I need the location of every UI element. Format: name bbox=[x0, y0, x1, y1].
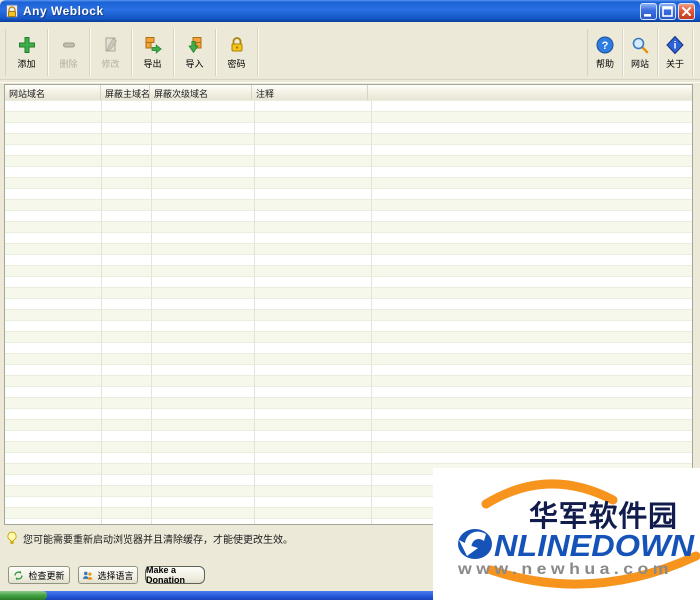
maximize-button[interactable] bbox=[659, 3, 676, 20]
edit-label: 修改 bbox=[101, 57, 119, 70]
toolbar-right: ? 帮助 网站 i 关于 bbox=[587, 29, 693, 76]
app-icon bbox=[5, 4, 19, 18]
add-icon bbox=[17, 35, 37, 55]
language-icon bbox=[82, 570, 93, 581]
check-update-button[interactable]: 检查更新 bbox=[8, 566, 70, 584]
watermark-logo: 华军软件园 NLINEDOWN www.newhua.com bbox=[433, 468, 700, 600]
check-update-label: 检查更新 bbox=[28, 569, 64, 582]
onlinedown-logo: 华军软件园 NLINEDOWN www.newhua.com bbox=[433, 468, 700, 600]
toolbar-left: 添加 删除 修改 导出 bbox=[5, 29, 258, 76]
about-label: 关于 bbox=[666, 57, 684, 70]
import-label: 导入 bbox=[185, 57, 203, 70]
svg-text:?: ? bbox=[602, 40, 609, 52]
donate-label: Make a Donation bbox=[146, 565, 204, 585]
website-icon bbox=[630, 35, 650, 55]
about-icon: i bbox=[665, 35, 685, 55]
lightbulb-icon bbox=[6, 531, 18, 546]
minimize-icon bbox=[641, 4, 656, 19]
column-header-filler bbox=[368, 85, 692, 100]
donate-button[interactable]: Make a Donation bbox=[145, 566, 205, 584]
password-label: 密码 bbox=[227, 57, 245, 70]
minimize-button[interactable] bbox=[640, 3, 657, 20]
status-bar: 您可能需要重新启动浏览器并且清除缓存，才能使更改生效。 bbox=[6, 529, 293, 547]
start-button-fragment[interactable] bbox=[0, 591, 47, 600]
blocklist-table: 网站域名 屏蔽主域名 屏蔽次级域名 注释 bbox=[4, 84, 693, 525]
column-header-block-sub[interactable]: 屏蔽次级域名 bbox=[150, 85, 252, 100]
delete-label: 删除 bbox=[59, 57, 77, 70]
import-icon bbox=[185, 35, 205, 55]
column-header-comment[interactable]: 注释 bbox=[252, 85, 368, 100]
column-divider bbox=[101, 100, 102, 524]
website-button[interactable]: 网站 bbox=[623, 29, 658, 76]
help-icon: ? bbox=[595, 35, 615, 55]
logo-url-text: www.newhua.com bbox=[457, 561, 673, 578]
add-button[interactable]: 添加 bbox=[5, 29, 48, 76]
export-icon bbox=[143, 35, 163, 55]
toolbar-separator bbox=[0, 79, 700, 83]
status-message: 您可能需要重新启动浏览器并且清除缓存，才能使更改生效。 bbox=[23, 531, 293, 546]
export-label: 导出 bbox=[143, 57, 161, 70]
column-header-domain[interactable]: 网站域名 bbox=[5, 85, 101, 100]
edit-icon bbox=[101, 35, 121, 55]
app-window: Any Weblock bbox=[0, 0, 700, 600]
delete-icon bbox=[59, 35, 79, 55]
close-button[interactable] bbox=[678, 3, 695, 20]
window-title: Any Weblock bbox=[23, 4, 104, 18]
add-label: 添加 bbox=[17, 57, 35, 70]
table-body[interactable] bbox=[5, 100, 692, 524]
table-header: 网站域名 屏蔽主域名 屏蔽次级域名 注释 bbox=[5, 85, 692, 101]
select-language-button[interactable]: 选择语言 bbox=[78, 566, 138, 584]
edit-button: 修改 bbox=[90, 29, 132, 76]
column-divider bbox=[151, 100, 152, 524]
help-button[interactable]: ? 帮助 bbox=[587, 29, 623, 76]
column-divider bbox=[371, 100, 372, 524]
title-bar[interactable]: Any Weblock bbox=[0, 0, 700, 22]
delete-button: 删除 bbox=[48, 29, 90, 76]
help-label: 帮助 bbox=[596, 57, 614, 70]
export-button[interactable]: 导出 bbox=[132, 29, 174, 76]
password-icon bbox=[227, 35, 247, 55]
website-label: 网站 bbox=[631, 57, 649, 70]
close-icon bbox=[679, 4, 694, 19]
svg-text:i: i bbox=[674, 41, 677, 52]
password-button[interactable]: 密码 bbox=[216, 29, 258, 76]
select-language-label: 选择语言 bbox=[97, 569, 133, 582]
maximize-icon bbox=[660, 4, 675, 19]
column-divider bbox=[254, 100, 255, 524]
logo-brand-text: NLINEDOWN bbox=[494, 528, 695, 563]
update-icon bbox=[13, 570, 24, 581]
import-button[interactable]: 导入 bbox=[174, 29, 216, 76]
column-header-block-main[interactable]: 屏蔽主域名 bbox=[101, 85, 150, 100]
about-button[interactable]: i 关于 bbox=[658, 29, 693, 76]
